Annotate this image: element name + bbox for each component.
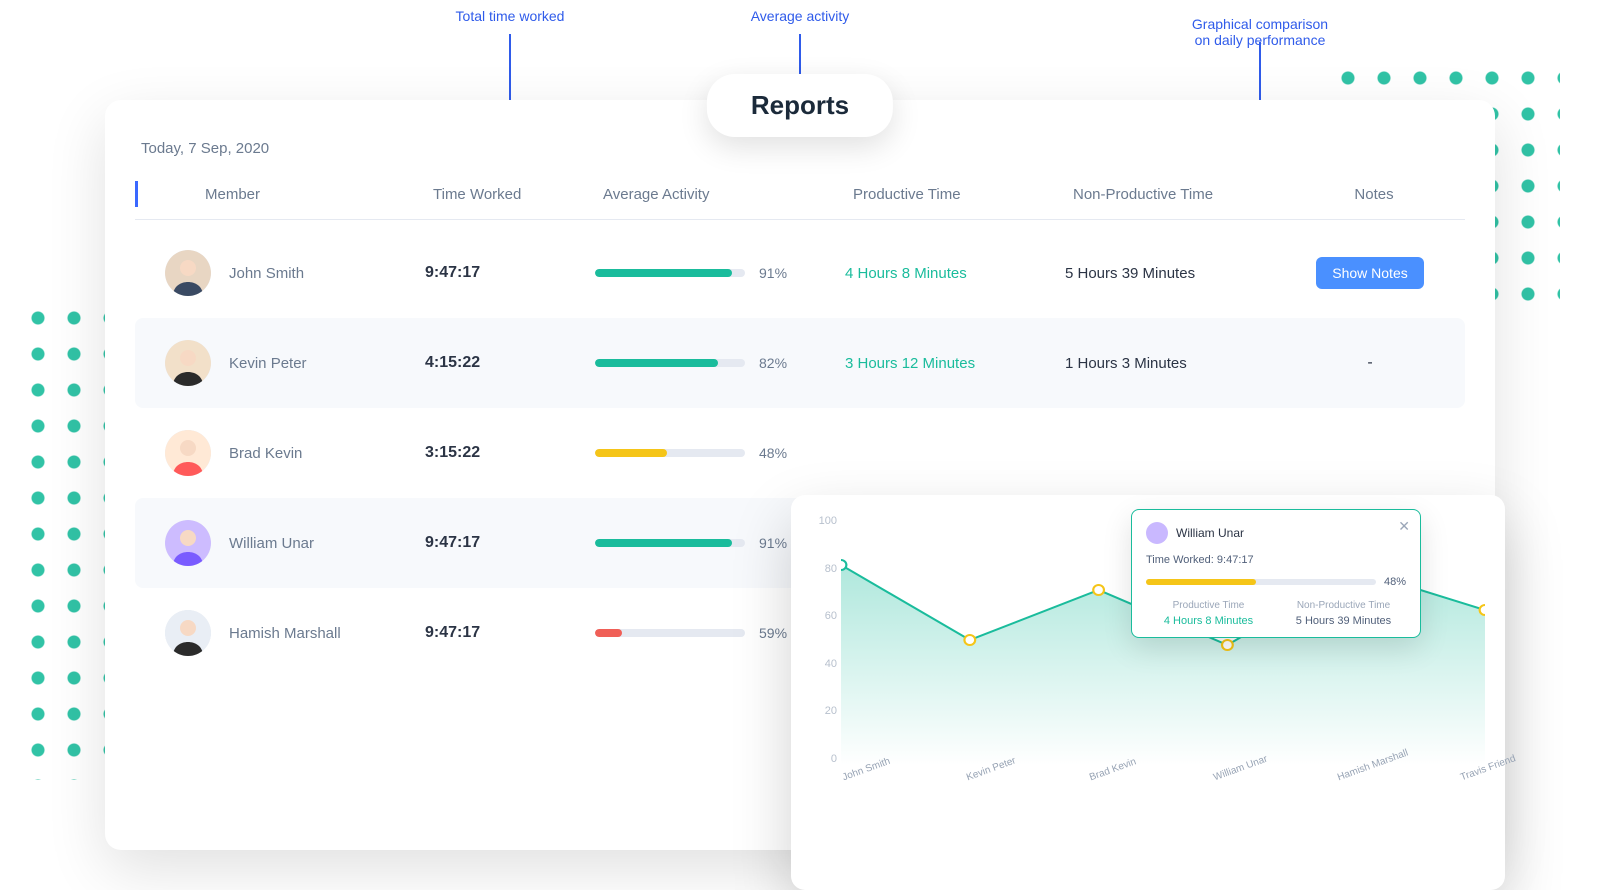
chart-point[interactable]	[1480, 605, 1485, 615]
avatar	[165, 520, 211, 566]
member-name: Kevin Peter	[229, 355, 307, 372]
col-notes: Notes	[1295, 186, 1445, 203]
nonproductive-value: 1 Hours 3 Minutes	[1065, 355, 1295, 372]
chart-y-axis: 100806040200	[805, 515, 837, 765]
chart-point[interactable]	[1222, 640, 1233, 650]
activity-pct: 91%	[759, 265, 787, 281]
member-name: Hamish Marshall	[229, 625, 341, 642]
tooltip-name: William Unar	[1176, 526, 1244, 540]
avatar	[165, 610, 211, 656]
performance-chart-card: 100806040200 John SmithKevin PeterBrad K…	[791, 495, 1505, 890]
activity-pct: 91%	[759, 535, 787, 551]
member-name: Brad Kevin	[229, 445, 302, 462]
activity-bar	[595, 539, 745, 547]
avatar	[165, 340, 211, 386]
col-avg-activity: Average Activity	[595, 186, 845, 203]
tooltip-nonproductive-label: Non-Productive Time	[1281, 600, 1406, 611]
callout-label: Average activity	[751, 8, 850, 24]
member-name: John Smith	[229, 265, 304, 282]
tooltip-productive-label: Productive Time	[1146, 600, 1271, 611]
date-label: Today, 7 Sep, 2020	[141, 140, 1465, 157]
activity-bar	[595, 449, 745, 457]
callout-label: Total time worked	[456, 8, 565, 24]
time-worked-value: 9:47:17	[425, 624, 595, 642]
page-title: Reports	[707, 74, 893, 137]
close-icon[interactable]: ✕	[1398, 518, 1410, 535]
table-row: Kevin Peter 4:15:22 82% 3 Hours 12 Minut…	[135, 318, 1465, 408]
col-time-worked: Time Worked	[425, 186, 595, 203]
chart-x-axis: John SmithKevin PeterBrad KevinWilliam U…	[841, 765, 1485, 805]
show-notes-button[interactable]: Show Notes	[1316, 257, 1423, 289]
time-worked-value: 9:47:17	[425, 264, 595, 282]
tooltip-productive-value: 4 Hours 8 Minutes	[1146, 615, 1271, 627]
avatar	[165, 430, 211, 476]
time-worked-value: 9:47:17	[425, 534, 595, 552]
chart-tooltip: ✕ William Unar Time Worked: 9:47:17 48%	[1131, 509, 1421, 638]
col-non-productive: Non-Productive Time	[1065, 186, 1295, 203]
activity-bar	[595, 359, 745, 367]
tooltip-activity-bar	[1146, 579, 1376, 585]
table-row: Brad Kevin 3:15:22 48%	[135, 408, 1465, 498]
productive-value: 4 Hours 8 Minutes	[845, 265, 1065, 282]
col-member: Member	[145, 186, 425, 203]
col-productive: Productive Time	[845, 186, 1065, 203]
tooltip-nonproductive-value: 5 Hours 39 Minutes	[1281, 615, 1406, 627]
chart-point[interactable]	[964, 635, 975, 645]
reports-panel: Reports Today, 7 Sep, 2020 Member Time W…	[105, 100, 1495, 850]
notes-value: -	[1367, 354, 1372, 371]
chart-point[interactable]	[1093, 585, 1104, 595]
tooltip-activity-pct: 48%	[1384, 576, 1406, 588]
chart-point[interactable]	[841, 560, 846, 570]
table-row: John Smith 9:47:17 91% 4 Hours 8 Minutes…	[135, 228, 1465, 318]
member-name: William Unar	[229, 535, 314, 552]
activity-pct: 59%	[759, 625, 787, 641]
time-worked-value: 4:15:22	[425, 354, 595, 372]
avatar	[165, 250, 211, 296]
time-worked-value: 3:15:22	[425, 444, 595, 462]
activity-pct: 48%	[759, 445, 787, 461]
tooltip-time-value: 9:47:17	[1217, 554, 1254, 566]
avatar	[1146, 522, 1168, 544]
activity-bar	[595, 629, 745, 637]
productive-value: 3 Hours 12 Minutes	[845, 355, 1065, 372]
activity-pct: 82%	[759, 355, 787, 371]
tooltip-time-label: Time Worked:	[1146, 554, 1214, 566]
table-header: Member Time Worked Average Activity Prod…	[135, 171, 1465, 220]
activity-bar	[595, 269, 745, 277]
nonproductive-value: 5 Hours 39 Minutes	[1065, 265, 1295, 282]
